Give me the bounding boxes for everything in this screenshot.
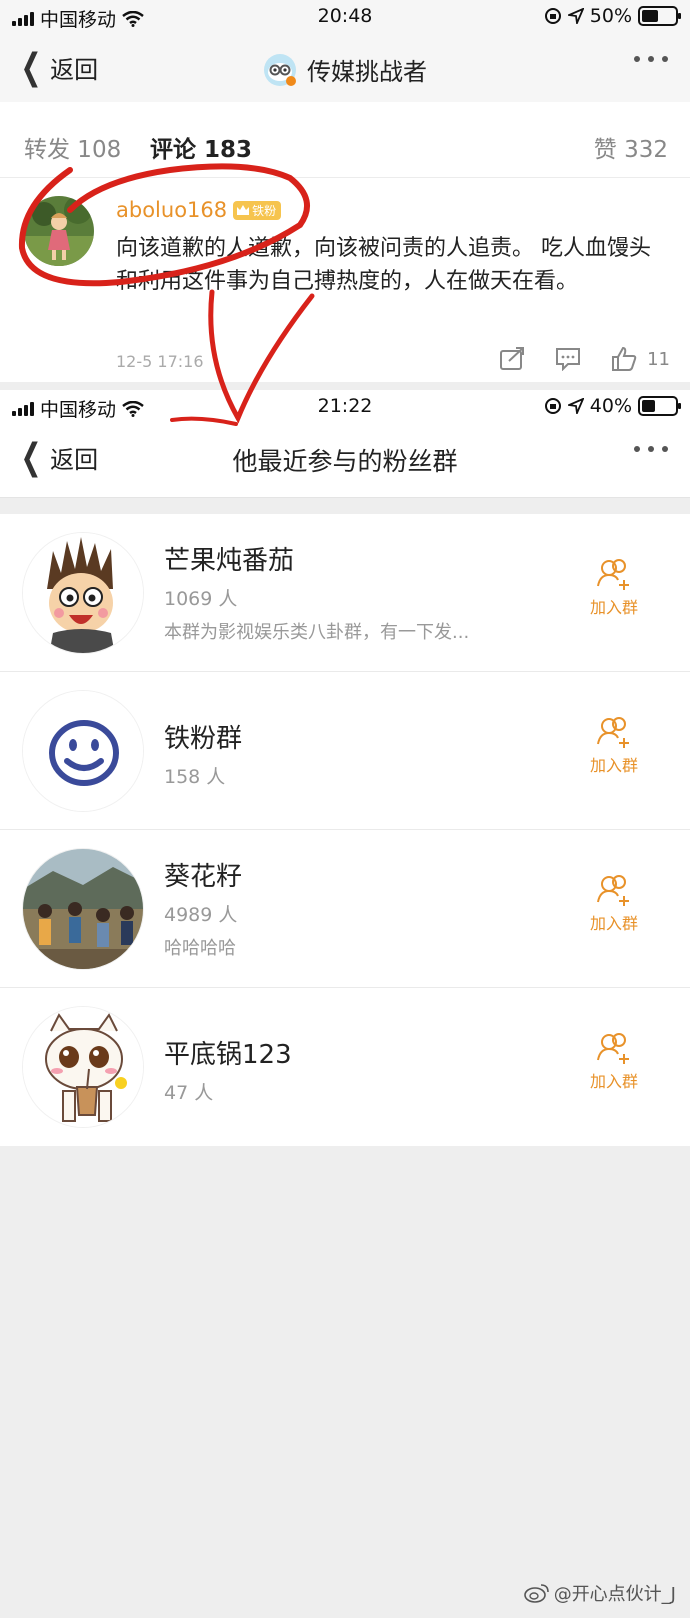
group-avatar <box>22 848 144 970</box>
reply-icon[interactable] <box>555 347 581 371</box>
location-icon <box>567 8 584 24</box>
more-button[interactable] <box>634 56 668 62</box>
share-icon[interactable] <box>499 347 525 371</box>
rotation-lock-icon <box>544 8 561 24</box>
join-label: 加入群 <box>589 756 638 775</box>
tab-repost[interactable]: 转发 108 <box>24 130 121 164</box>
like-count: 11 <box>647 348 670 370</box>
group-name: 葵花籽 <box>164 862 243 892</box>
group-member-count: 47 人 <box>164 1082 214 1104</box>
more-button[interactable] <box>634 446 668 452</box>
list-item[interactable]: 芒果炖番茄 1069 人 本群为影视娱乐类八卦群，有一下发... 加入群 <box>0 514 690 672</box>
join-group-button[interactable]: 加入群 <box>574 1032 654 1092</box>
comment-date: 12-5 17:16 <box>116 352 204 371</box>
weibo-logo-icon <box>523 1584 549 1603</box>
battery-percent: 50% <box>589 5 632 27</box>
fan-groups-screenshot: 中国移动 21:22 40% ❮ 返回 他最近参与的粉丝群 芒果炖番茄 1069… <box>0 390 690 1618</box>
avatar[interactable] <box>24 196 94 266</box>
group-name: 铁粉群 <box>164 724 243 754</box>
group-avatar <box>22 1006 144 1128</box>
add-group-icon <box>597 717 629 748</box>
status-bar: 中国移动 21:22 40% <box>0 390 690 426</box>
navigation-bar: ❮ 返回 传媒挑战者 <box>0 36 690 102</box>
comment-username[interactable]: aboluo168 <box>116 198 227 222</box>
status-bar: 中国移动 20:48 50% <box>0 0 690 36</box>
battery-icon <box>638 6 681 26</box>
group-name: 平底锅123 <box>164 1040 292 1070</box>
list-item[interactable]: 葵花籽 4989 人 哈哈哈哈 加入群 <box>0 830 690 988</box>
badge-label: 铁粉 <box>252 203 277 218</box>
join-group-button[interactable]: 加入群 <box>574 716 654 776</box>
thumbs-up-icon <box>612 346 637 371</box>
page-title: 传媒挑战者 <box>0 52 690 87</box>
tab-bar: 转发 108 评论 183 赞 332 <box>0 108 690 178</box>
location-icon <box>567 398 584 414</box>
join-group-button[interactable]: 加入群 <box>574 874 654 934</box>
tab-like[interactable]: 赞 332 <box>594 130 668 164</box>
group-member-count: 4989 人 <box>164 904 238 926</box>
group-member-count: 1069 人 <box>164 588 238 610</box>
battery-icon <box>638 396 681 416</box>
join-label: 加入群 <box>589 1072 638 1091</box>
like-button[interactable]: 11 <box>611 346 670 372</box>
group-description: 本群为影视娱乐类八卦群，有一下发... <box>164 622 470 643</box>
watermark-text: @开心点伙计_J <box>553 1584 676 1605</box>
join-label: 加入群 <box>589 598 638 617</box>
comment-item: aboluo168 铁粉 向该道歉的人道歉，向该被问责的人追责。 吃人血馒头和利… <box>0 180 690 382</box>
tab-comment[interactable]: 评论 183 <box>150 130 252 164</box>
add-group-icon <box>597 559 629 590</box>
join-group-button[interactable]: 加入群 <box>574 558 654 618</box>
group-avatar <box>22 532 144 654</box>
battery-percent: 40% <box>589 395 632 417</box>
group-name: 芒果炖番茄 <box>164 546 295 576</box>
comment-text: 向该道歉的人道歉，向该被问责的人追责。 吃人血馒头和利用这件事为自己搏热度的，人… <box>116 236 651 294</box>
list-item[interactable]: 铁粉群 158 人 加入群 <box>0 672 690 830</box>
group-description: 哈哈哈哈 <box>164 938 236 959</box>
rotation-lock-icon <box>544 398 561 414</box>
crown-icon <box>237 205 250 215</box>
group-member-count: 158 人 <box>164 766 226 788</box>
add-group-icon <box>597 875 629 906</box>
page-title: 他最近参与的粉丝群 <box>232 447 458 476</box>
account-avatar <box>264 53 296 86</box>
watermark: @开心点伙计_J <box>523 1580 676 1606</box>
fan-badge: 铁粉 <box>233 200 282 220</box>
group-avatar <box>22 690 144 812</box>
group-list: 芒果炖番茄 1069 人 本群为影视娱乐类八卦群，有一下发... 加入群 铁粉群… <box>0 514 690 1146</box>
add-group-icon <box>597 1033 629 1064</box>
title-label: 传媒挑战者 <box>307 58 427 86</box>
navigation-bar: ❮ 返回 他最近参与的粉丝群 <box>0 426 690 498</box>
list-item[interactable]: 平底锅123 47 人 加入群 <box>0 988 690 1146</box>
join-label: 加入群 <box>589 914 638 933</box>
comment-screenshot: 中国移动 20:48 50% ❮ 返回 传媒挑战者 转发 108 评论 183 … <box>0 0 690 382</box>
